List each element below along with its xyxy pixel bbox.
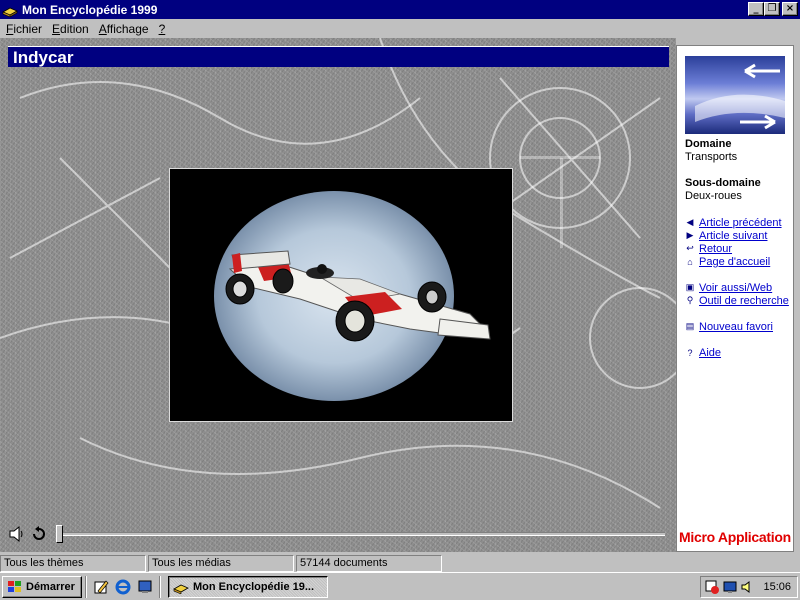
home-icon: ⌂ [687,256,693,267]
link-search-tool[interactable]: ⚲ Outil de recherche [685,294,793,307]
race-car-image [225,250,491,342]
desktop-channels-icon[interactable] [134,576,156,598]
quicklaunch-pencil-icon[interactable] [90,576,112,598]
menu-fichier[interactable]: Fichier [6,22,42,36]
system-tray: 15:06 [700,576,798,598]
clock[interactable]: 15:06 [763,581,791,593]
transport-banner-graphic [695,63,785,130]
replay-icon[interactable] [30,525,48,543]
domain-banner-image [685,56,785,134]
back-arrow-icon: ↩ [686,243,694,253]
link-home[interactable]: ⌂ Page d'accueil [685,255,793,268]
link-see-also-web[interactable]: ▣ Voir aussi/Web [685,281,793,294]
triangle-left-icon: ◀ [686,217,694,227]
media-image[interactable] [169,168,513,422]
volume-icon[interactable] [740,579,756,595]
title-bar: Mon Encyclopédie 1999 _ ❐ × [0,0,800,19]
navigation-links: ◀ Article précédent ▶ Article suivant ↩ … [685,216,793,359]
start-button[interactable]: Démarrer [2,575,82,598]
close-button[interactable]: × [782,2,798,16]
minimize-button[interactable]: _ [748,2,764,16]
link-new-favorite[interactable]: ▤ Nouveau favori [685,320,793,333]
window-title: Mon Encyclopédie 1999 [22,2,158,17]
book-icon [173,584,189,594]
menu-bar: Fichier Edition Affichage ? [0,19,800,38]
triangle-right-icon: ▶ [686,230,694,240]
internet-explorer-icon[interactable] [112,576,134,598]
publisher-logo: Micro Application [679,529,791,545]
subdomain-value: Deux-roues [685,190,742,202]
speaker-icon[interactable] [8,525,26,543]
domain-value: Transports [685,151,738,163]
link-next-article[interactable]: ▶ Article suivant [685,229,793,242]
status-documents: 57144 documents [296,555,442,572]
maximize-button[interactable]: ❐ [764,2,780,16]
status-media[interactable]: Tous les médias [148,555,294,572]
bookmark-icon: ▤ [685,321,695,331]
menu-affichage[interactable]: Affichage [99,22,149,36]
playback-slider[interactable] [56,525,665,543]
subdomain-heading: Sous-domaine [685,177,761,189]
article-title: Indycar [8,46,669,67]
info-icon: ▣ [685,282,695,292]
windows-logo-icon [8,580,21,592]
status-themes[interactable]: Tous les thèmes [0,555,146,572]
book-icon [2,7,18,17]
menu-help[interactable]: ? [159,22,166,36]
link-help[interactable]: ? Aide [685,346,793,359]
article-content: Indycar [0,38,676,552]
sidebar: Domaine Transports Sous-domaine Deux-rou… [676,45,794,552]
domain-heading: Domaine [685,138,732,150]
menu-edition[interactable]: Edition [52,22,89,36]
magnifier-icon: ⚲ [686,295,694,305]
link-previous-article[interactable]: ◀ Article précédent [685,216,793,229]
scheduler-icon[interactable] [704,579,720,595]
media-player-bar [8,522,669,546]
link-back[interactable]: ↩ Retour [685,242,793,255]
taskbar-window-button[interactable]: Mon Encyclopédie 19... [168,575,328,598]
display-settings-icon[interactable] [722,579,738,595]
help-icon: ? [687,347,693,358]
taskbar: Démarrer Mon Encyclopédie 19... 15:06 [0,572,800,600]
status-bar: Tous les thèmes Tous les médias 57144 do… [0,555,800,572]
slider-thumb[interactable] [56,525,63,543]
